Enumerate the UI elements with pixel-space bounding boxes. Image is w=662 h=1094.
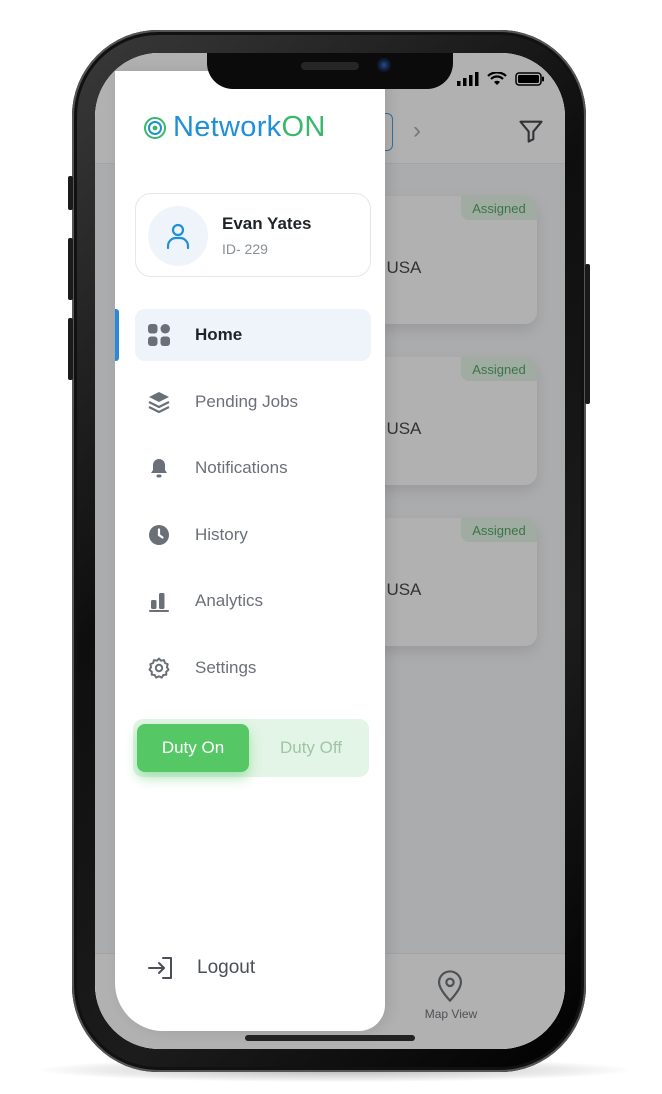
menu-label: Analytics	[195, 591, 264, 610]
layers-icon	[147, 390, 171, 414]
duty-off-button[interactable]: Duty Off	[257, 724, 365, 772]
logout-button[interactable]: Logout	[147, 955, 255, 981]
duty-on-button[interactable]: Duty On	[137, 724, 249, 772]
power-button	[585, 264, 590, 404]
user-name: Evan Yates	[222, 214, 312, 233]
battery-icon	[515, 72, 544, 86]
bell-icon	[147, 456, 171, 480]
menu-label: History	[195, 525, 248, 544]
menu-label: Home	[195, 325, 243, 344]
logo-text-network: Network	[173, 111, 282, 143]
logo-text: NetworkON	[173, 111, 326, 144]
status-bar	[457, 69, 545, 89]
mute-switch	[68, 176, 73, 210]
duty-toggle: Duty On Duty Off	[133, 719, 369, 777]
bar-chart-icon	[147, 589, 171, 613]
user-icon	[166, 223, 190, 250]
logout-label: Logout	[197, 957, 256, 978]
front-camera	[377, 58, 391, 72]
menu-item-notifications[interactable]: Notifications	[135, 442, 371, 494]
menu-label: Settings	[195, 658, 257, 677]
grid-icon	[147, 323, 171, 347]
menu-item-history[interactable]: History	[135, 509, 371, 561]
app-logo: NetworkON	[143, 111, 326, 144]
profile-card[interactable]: Evan Yates ID- 229	[135, 193, 371, 277]
wifi-icon	[487, 72, 507, 85]
volume-up-button	[68, 238, 73, 300]
phone-notch	[207, 53, 453, 89]
menu-item-settings[interactable]: Settings	[135, 642, 371, 694]
phone-screen: › Assigned , USA Assigned , USA Assigned…	[95, 53, 565, 1049]
menu-label: Pending Jobs	[195, 392, 299, 411]
menu-item-home[interactable]: Home	[135, 309, 371, 361]
avatar	[148, 206, 208, 266]
navigation-drawer: NetworkON Evan Yates ID- 229 Home Pendin…	[115, 71, 385, 1031]
logo-icon	[144, 116, 166, 139]
logo-text-on: ON	[281, 111, 326, 143]
speaker-grille	[301, 62, 359, 70]
menu-label: Notifications	[195, 458, 288, 477]
user-id: ID- 229	[222, 241, 268, 257]
logout-icon	[148, 957, 172, 979]
menu-item-analytics[interactable]: Analytics	[135, 575, 371, 627]
active-indicator	[115, 309, 119, 361]
menu-item-pending-jobs[interactable]: Pending Jobs	[135, 376, 371, 428]
volume-down-button	[68, 318, 73, 380]
gear-icon	[147, 656, 171, 680]
clock-icon	[147, 523, 171, 547]
signal-icon	[457, 72, 479, 86]
home-indicator[interactable]	[245, 1035, 415, 1041]
